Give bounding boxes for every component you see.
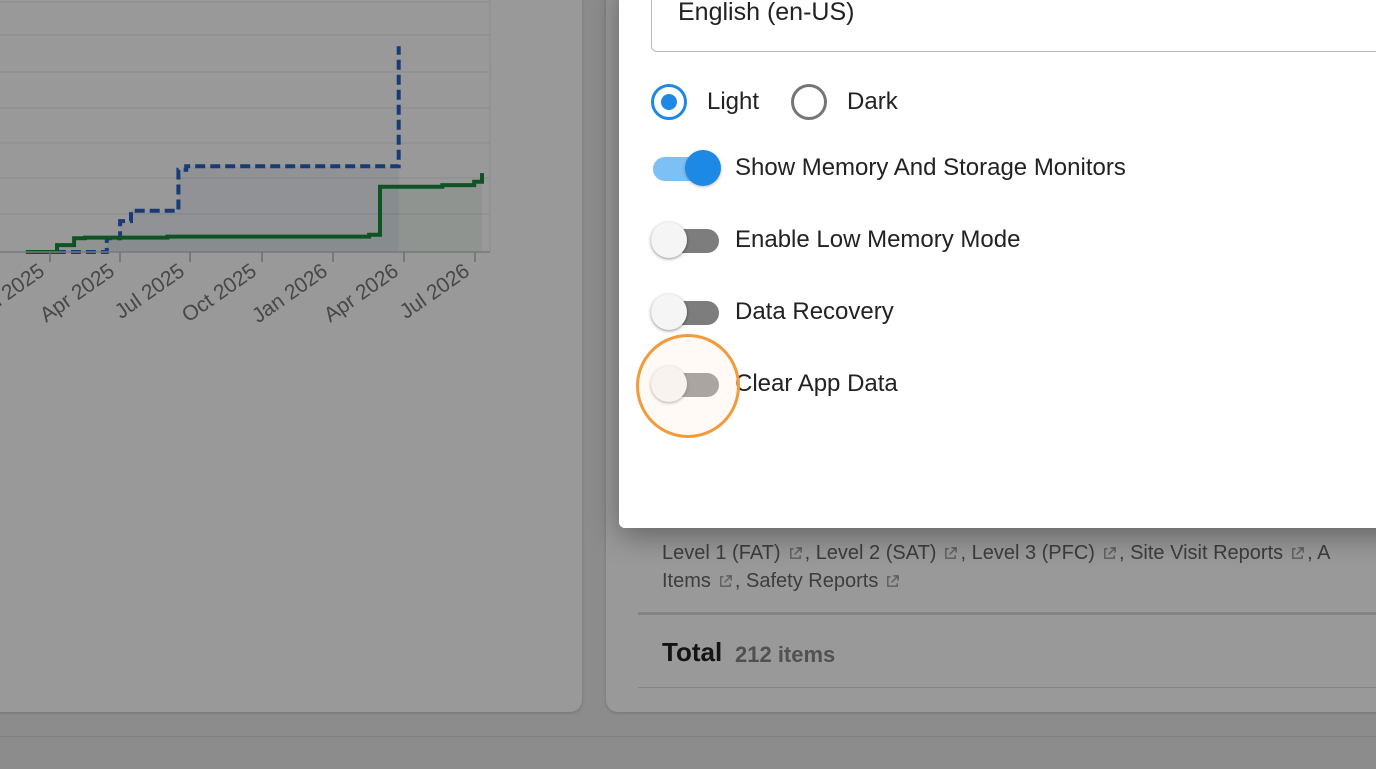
toggle-thumb (685, 150, 721, 186)
theme-light-radio[interactable]: Light (651, 84, 759, 120)
theme-radio-group: Light Dark (651, 84, 898, 120)
clear-app-data-toggle[interactable] (651, 364, 721, 404)
language-select-value: English (en-US) (678, 0, 855, 26)
memory-monitors-toggle[interactable] (651, 148, 721, 188)
radio-checked-icon[interactable] (651, 84, 687, 120)
low-memory-setting: Enable Low Memory Mode (651, 220, 1020, 260)
data-recovery-setting: Data Recovery (651, 292, 894, 332)
toggle-thumb (651, 294, 687, 330)
memory-monitors-setting: Show Memory And Storage Monitors (651, 148, 1126, 188)
memory-monitors-label: Show Memory And Storage Monitors (735, 154, 1126, 181)
toggle-thumb (651, 366, 687, 402)
data-recovery-label: Data Recovery (735, 298, 894, 325)
low-memory-label: Enable Low Memory Mode (735, 226, 1021, 253)
clear-app-data-setting: Clear App Data (651, 364, 898, 404)
radio-unchecked-icon[interactable] (791, 84, 828, 120)
toggle-thumb (651, 222, 687, 258)
low-memory-toggle[interactable] (651, 220, 721, 260)
language-select[interactable]: English (en-US) (651, 0, 1376, 52)
theme-light-label: Light (707, 88, 760, 115)
theme-dark-radio[interactable]: Dark (791, 84, 898, 120)
data-recovery-toggle[interactable] (651, 292, 721, 332)
settings-dialog: English (en-US) Light Dark Show Memory A… (619, 0, 1376, 528)
theme-dark-label: Dark (847, 88, 898, 115)
clear-app-data-label: Clear App Data (735, 370, 898, 397)
